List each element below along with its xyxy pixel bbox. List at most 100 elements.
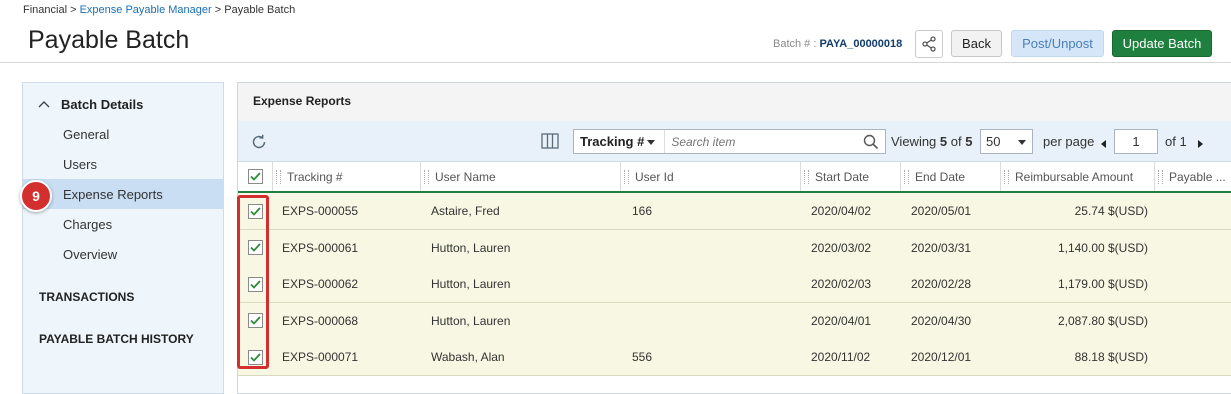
batch-details-toggle[interactable]: Batch Details [37,97,143,112]
refresh-icon [252,134,266,149]
cell-tracking: EXPS-000055 [282,204,359,218]
page-title: Payable Batch [28,26,190,54]
cell-start-date: 2020/04/01 [811,313,872,328]
sidebar-item-label: Expense Reports [63,186,163,202]
cell-start-date: 2020/02/03 [811,277,872,291]
sidebar-item-label: General [63,126,110,142]
cell-user-name: Wabash, Alan [431,350,505,364]
checkmark-icon [250,206,261,216]
breadcrumb-separator: > [70,4,77,16]
column-header-label: End Date [915,169,966,184]
per-page-value: 50 [986,134,1001,149]
sidebar-section-payable-batch-history[interactable]: PAYABLE BATCH HISTORY [39,332,194,346]
viewing-prefix: Viewing [891,134,937,149]
table-row[interactable]: EXPS-000062 Hutton, Lauren 2020/02/03 20… [238,266,1231,303]
viewing-of: of [950,134,962,149]
cell-start-date: 2020/04/02 [811,204,872,218]
sidebar-item-general[interactable]: General [23,119,223,149]
search-box: Tracking # [573,129,886,154]
sidebar-item-label: Users [63,156,97,172]
row-checkbox[interactable] [248,203,263,219]
caret-down-icon [647,139,656,145]
page-number-input[interactable]: 1 [1114,129,1158,154]
table-row[interactable]: EXPS-000061 Hutton, Lauren 2020/03/02 20… [238,229,1231,267]
cell-user-id: 166 [632,204,653,218]
column-header-tracking[interactable]: Tracking # [272,162,420,191]
sidebar-item-expense-reports[interactable]: Expense Reports [23,179,223,209]
sidebar-section-transactions[interactable]: TRANSACTIONS [39,290,134,304]
cell-tracking: EXPS-000061 [282,240,359,255]
viewing-total: 5 [965,134,973,149]
checkmark-icon [250,279,261,289]
sidebar-item-charges[interactable]: Charges [23,209,223,239]
share-button[interactable] [915,30,943,58]
cell-end-date: 2020/02/28 [911,277,972,291]
breadcrumb-financial: Financial [23,4,68,16]
breadcrumb-current: Payable Batch [224,4,296,16]
grip-icon [1004,169,1009,184]
select-all-checkbox-cell [238,162,272,191]
table-row[interactable]: EXPS-000068 Hutton, Lauren 2020/04/01 20… [238,302,1231,340]
cell-user-id: 556 [632,350,653,364]
refresh-button[interactable] [250,133,268,156]
batch-number-label: Batch # : [773,38,817,50]
breadcrumb-link-expense-payable-manager[interactable]: Expense Payable Manager [80,4,212,16]
column-header-label: User Name [435,169,496,184]
column-header-label: User Id [635,169,674,184]
post-unpost-button[interactable]: Post/Unpost [1011,30,1104,57]
row-checkbox[interactable] [248,276,263,292]
column-header-user-name[interactable]: User Name [420,162,620,191]
column-header-reimbursable-amount[interactable]: Reimbursable Amount [1000,162,1154,191]
row-checkbox[interactable] [248,349,263,365]
search-icon [863,134,879,149]
breadcrumb-separator: > [214,4,222,16]
column-header-user-id[interactable]: User Id [620,162,800,191]
column-header-payable[interactable]: Payable ... [1154,162,1231,191]
search-input[interactable] [665,133,857,150]
batch-details-title: Batch Details [61,97,144,112]
column-header-label: Payable ... [1169,169,1226,184]
update-batch-button[interactable]: Update Batch [1112,30,1212,57]
cell-user-name: Astaire, Fred [431,204,500,218]
grip-icon [804,169,809,184]
search-field-label: Tracking # [580,134,645,149]
viewing-count: Viewing 5 of 5 [891,134,972,149]
sidebar-item-users[interactable]: Users [23,149,223,179]
cell-user-name: Hutton, Lauren [431,277,511,291]
column-header-label: Reimbursable Amount [1015,169,1134,184]
row-checkbox[interactable] [248,240,263,255]
next-page-button[interactable] [1196,136,1204,154]
cell-end-date: 2020/04/30 [911,313,972,328]
cell-end-date: 2020/12/01 [911,350,972,364]
grip-icon [1158,169,1163,184]
row-checkbox-cell [248,303,263,339]
grid-header: Tracking # User Name User Id Start Date … [238,162,1231,193]
grip-icon [424,169,429,184]
viewing-shown: 5 [939,134,948,149]
table-row[interactable]: EXPS-000055 Astaire, Fred 166 2020/04/02… [238,193,1231,230]
search-button[interactable] [857,134,885,150]
column-header-end-date[interactable]: End Date [900,162,1000,191]
column-chooser-button[interactable] [541,133,559,154]
caret-right-icon [1198,140,1203,148]
cell-tracking: EXPS-000071 [282,350,359,364]
search-field-dropdown[interactable]: Tracking # [574,130,666,153]
sidebar-item-overview[interactable]: Overview [23,239,223,269]
checkmark-icon [250,243,261,252]
column-header-start-date[interactable]: Start Date [800,162,900,191]
back-button[interactable]: Back [951,30,1002,57]
header-divider [0,62,1231,63]
table-row[interactable]: EXPS-000071 Wabash, Alan 556 2020/11/02 … [238,339,1231,376]
cell-start-date: 2020/11/02 [811,350,871,364]
cell-tracking: EXPS-000062 [282,277,359,291]
grip-icon [276,169,281,184]
column-header-label: Start Date [815,169,870,184]
cell-end-date: 2020/05/01 [911,204,972,218]
select-all-checkbox[interactable] [247,169,263,184]
row-checkbox[interactable] [248,313,263,328]
prev-page-button[interactable] [1100,136,1108,154]
grip-icon [904,169,909,184]
caret-left-icon [1101,140,1106,148]
per-page-select[interactable]: 50 [980,129,1033,154]
row-checkbox-cell [248,230,263,266]
